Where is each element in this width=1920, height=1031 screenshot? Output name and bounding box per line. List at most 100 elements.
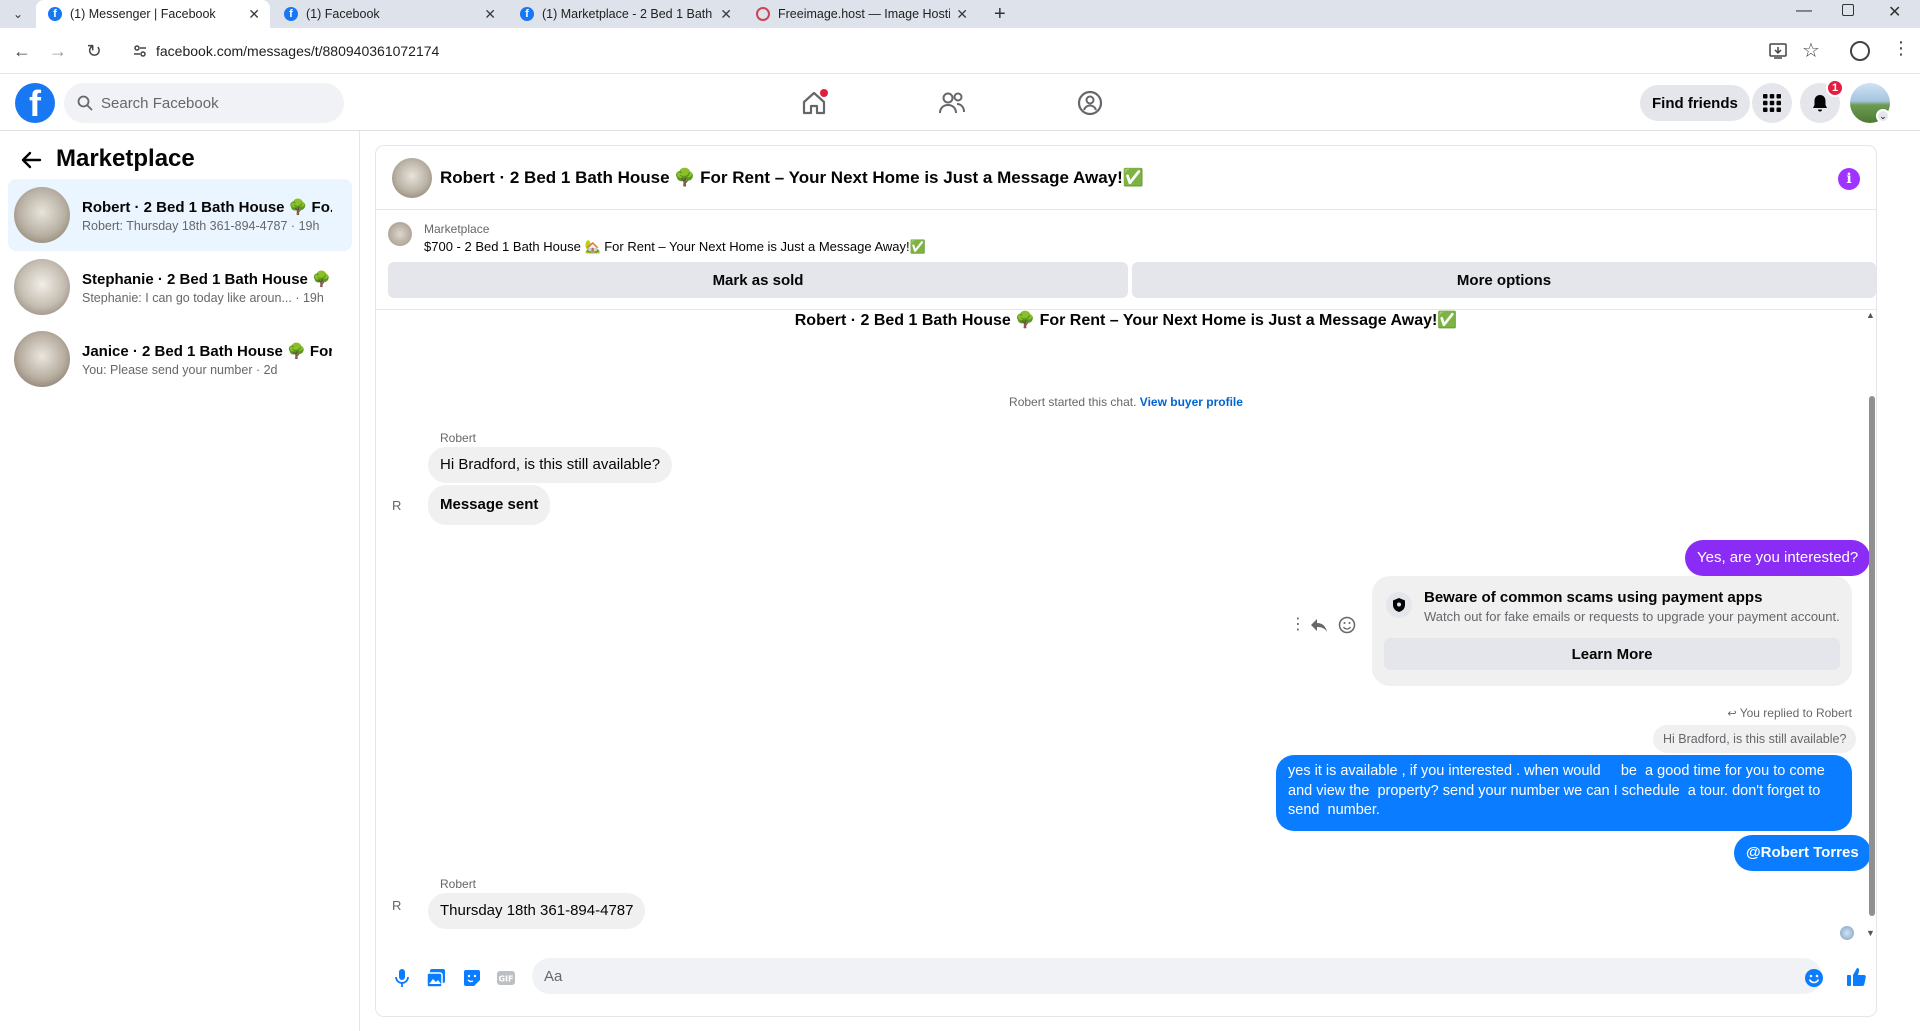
reload-icon[interactable]: ↻ xyxy=(83,40,105,62)
microphone-icon[interactable] xyxy=(392,968,412,988)
incoming-message[interactable]: Thursday 18th 361-894-4787 xyxy=(428,893,646,929)
conversation-name: Stephanie · 2 Bed 1 Bath House 🌳 ... xyxy=(82,270,332,288)
address-bar-row: ← → ↻ facebook.com/messages/t/8809403610… xyxy=(0,28,1920,74)
search-placeholder: Search Facebook xyxy=(101,94,219,112)
account-chevron-down-icon[interactable]: ⌄ xyxy=(1876,109,1890,123)
groups-icon[interactable] xyxy=(1076,89,1104,117)
conversation-janice[interactable]: Janice · 2 Bed 1 Bath House 🌳 For... You… xyxy=(8,323,352,395)
listing-source: Marketplace xyxy=(424,222,490,236)
conversation-preview: Stephanie: I can go today like aroun... … xyxy=(82,290,324,305)
tab-search-dropdown-icon[interactable]: ⌄ xyxy=(8,5,28,23)
tab-messenger[interactable]: f (1) Messenger | Facebook ✕ xyxy=(36,0,270,28)
scam-warning-card: Beware of common scams using payment app… xyxy=(1372,576,1852,686)
quoted-reply[interactable]: Hi Bradford, is this still available? xyxy=(1653,725,1857,753)
photo-gallery-icon[interactable] xyxy=(426,968,446,988)
message-composer: GIF Aa xyxy=(376,940,1876,1016)
bookmark-star-icon[interactable]: ☆ xyxy=(1802,38,1820,63)
learn-more-button[interactable]: Learn More xyxy=(1384,638,1840,670)
listing-thumbnail[interactable] xyxy=(388,222,412,246)
gif-icon[interactable]: GIF xyxy=(496,968,516,988)
chat-header: Robert · 2 Bed 1 Bath House 🌳 For Rent –… xyxy=(376,146,1876,210)
scrollbar-thumb[interactable] xyxy=(1869,396,1875,916)
incoming-message[interactable]: Message sent xyxy=(428,485,551,525)
home-icon[interactable] xyxy=(800,89,828,117)
menu-grid-icon[interactable] xyxy=(1752,83,1792,123)
chat-title[interactable]: Robert · 2 Bed 1 Bath House 🌳 For Rent –… xyxy=(440,168,1144,188)
message-input[interactable]: Aa xyxy=(532,958,1822,994)
forward-icon[interactable]: → xyxy=(47,40,69,62)
scam-warning-body: Watch out for fake emails or requests to… xyxy=(1424,609,1840,624)
find-friends-button[interactable]: Find friends xyxy=(1640,85,1750,121)
facebook-header: f Search Facebook Find friends 1 ⌄ xyxy=(0,75,1920,131)
scroll-down-icon[interactable]: ▼ xyxy=(1866,928,1875,938)
facebook-logo-icon[interactable]: f xyxy=(15,83,55,123)
reply-icon[interactable] xyxy=(1310,616,1328,634)
close-tab-icon[interactable]: ✕ xyxy=(720,6,732,23)
like-thumbs-up-icon[interactable] xyxy=(1846,966,1866,986)
back-arrow-icon[interactable] xyxy=(20,149,42,171)
message-line: and view the property? send your number … xyxy=(1288,782,1821,799)
listing-title[interactable]: $700 - 2 Bed 1 Bath House 🏡 For Rent – Y… xyxy=(424,239,926,255)
sender-name: Robert xyxy=(440,877,477,891)
minimize-window-icon[interactable]: — xyxy=(1796,2,1812,20)
close-tab-icon[interactable]: ✕ xyxy=(248,6,260,23)
chat-panel: Robert · 2 Bed 1 Bath House 🌳 For Rent –… xyxy=(376,146,1876,1016)
close-window-icon[interactable]: ✕ xyxy=(1888,2,1901,22)
tab-facebook[interactable]: f (1) Facebook ✕ xyxy=(272,0,506,28)
thread-title: Robert · 2 Bed 1 Bath House 🌳 For Rent –… xyxy=(794,312,1458,329)
outgoing-long-message[interactable]: yes it is available , if you interested … xyxy=(1276,755,1852,831)
marketplace-sidebar: Marketplace Robert · 2 Bed 1 Bath House … xyxy=(0,131,360,1031)
sender-name: Robert xyxy=(440,431,477,445)
tab-freeimage[interactable]: Freeimage.host — Image Hostin ✕ xyxy=(744,0,978,28)
incoming-message[interactable]: Hi Bradford, is this still available? xyxy=(428,447,673,483)
shield-icon xyxy=(1386,592,1412,618)
search-input[interactable]: Search Facebook xyxy=(64,83,344,123)
more-actions-icon[interactable]: ⋮ xyxy=(1290,614,1306,634)
sender-avatar-alt: R xyxy=(392,498,402,513)
scam-warning-title: Beware of common scams using payment app… xyxy=(1424,589,1763,606)
message-line: yes it is available , if you interested … xyxy=(1288,763,1825,779)
svg-text:GIF: GIF xyxy=(498,975,513,984)
message-thread: Robert · 2 Bed 1 Bath House 🌳 For Rent –… xyxy=(376,310,1876,940)
more-options-button[interactable]: More options xyxy=(1132,262,1876,298)
mention-message[interactable]: @Robert Torres xyxy=(1734,835,1871,871)
sidebar-title: Marketplace xyxy=(56,145,195,172)
mark-as-sold-button[interactable]: Mark as sold xyxy=(388,262,1128,298)
find-friends-label: Find friends xyxy=(1652,94,1738,112)
close-tab-icon[interactable]: ✕ xyxy=(956,6,968,23)
chat-avatar[interactable] xyxy=(392,158,432,198)
scroll-up-icon[interactable]: ▲ xyxy=(1866,310,1875,320)
site-info-icon[interactable] xyxy=(132,43,148,59)
new-tab-icon[interactable]: + xyxy=(994,3,1006,26)
browser-menu-icon[interactable]: ⋮ xyxy=(1892,38,1910,59)
react-emoji-icon[interactable] xyxy=(1338,616,1356,634)
more-options-label: More options xyxy=(1456,271,1552,289)
conversation-name: Janice · 2 Bed 1 Bath House 🌳 For... xyxy=(82,342,332,360)
back-icon[interactable]: ← xyxy=(11,40,33,62)
outgoing-message[interactable]: Yes, are you interested? xyxy=(1685,540,1871,576)
profile-icon[interactable] xyxy=(1850,41,1870,61)
tab-title: Freeimage.host — Image Hostin xyxy=(778,7,951,21)
conversation-info-icon[interactable]: i xyxy=(1838,168,1860,190)
facebook-favicon-icon: f xyxy=(48,7,62,21)
message-actions: ⋮ xyxy=(1290,614,1370,638)
url-field[interactable]: facebook.com/messages/t/880940361072174 xyxy=(120,34,1810,68)
close-tab-icon[interactable]: ✕ xyxy=(484,6,496,23)
view-buyer-profile-link[interactable]: View buyer profile xyxy=(1140,395,1243,409)
reply-arrow-icon: ↩ xyxy=(1727,708,1737,720)
conversation-robert[interactable]: Robert · 2 Bed 1 Bath House 🌳 Fo... Robe… xyxy=(8,179,352,251)
restore-window-icon[interactable] xyxy=(1842,4,1854,16)
conversation-stephanie[interactable]: Stephanie · 2 Bed 1 Bath House 🌳 ... Ste… xyxy=(8,251,352,323)
friends-icon[interactable] xyxy=(938,89,966,117)
sticker-icon[interactable] xyxy=(462,968,482,988)
facebook-favicon-icon: f xyxy=(520,7,534,21)
install-app-icon[interactable] xyxy=(1768,41,1788,61)
seen-avatar xyxy=(1840,926,1854,940)
emoji-icon[interactable] xyxy=(1804,968,1824,988)
logo-letter: f xyxy=(29,83,41,123)
tab-title: (1) Facebook xyxy=(306,7,380,21)
tab-title: (1) Marketplace - 2 Bed 1 Bath H xyxy=(542,7,715,21)
tab-marketplace[interactable]: f (1) Marketplace - 2 Bed 1 Bath H ✕ xyxy=(508,0,742,28)
browser-tab-bar: ⌄ f (1) Messenger | Facebook ✕ f (1) Fac… xyxy=(0,0,1920,28)
facebook-favicon-icon: f xyxy=(284,7,298,21)
